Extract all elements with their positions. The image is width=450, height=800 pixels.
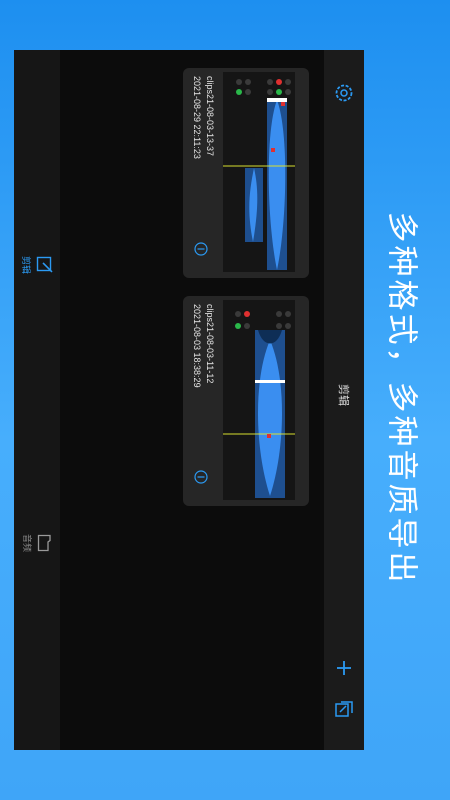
info-icon[interactable] [194,470,208,484]
clip-waveform [223,300,295,500]
settings-gear-icon [335,84,353,102]
clip-card[interactable]: clips21-08-03-11-12 2021-08-03 18:38:29 [183,296,309,506]
tab-edit[interactable]: 剪辑 [14,245,60,285]
clip-waveform [223,72,295,272]
tab-audio-label: 音频 [20,533,31,553]
add-button[interactable] [334,658,354,678]
app-screen: 剪辑 音频 clips21-08-03-13-37 2021-08-29 22:… [14,50,364,750]
promo-caption-area: 多种格式，多种音质导出 [380,211,430,585]
settings-button[interactable] [334,83,354,103]
edit-icon [36,256,53,273]
tab-audio[interactable]: 音频 [14,523,60,563]
promo-caption: 多种格式，多种音质导出 [383,211,420,585]
clip-date: 2021-08-03 18:38:29 [192,304,202,388]
clip-name: clips21-08-03-11-12 [205,304,215,384]
import-button[interactable] [334,700,354,720]
clip-meta: clips21-08-03-13-37 2021-08-29 22:11:23 [183,68,219,278]
clip-meta: clips21-08-03-11-12 2021-08-03 18:38:29 [183,296,219,506]
clip-card[interactable]: clips21-08-03-13-37 2021-08-29 22:11:23 [183,68,309,278]
top-toolbar: 剪辑 [324,50,364,750]
clip-date: 2021-08-29 22:11:23 [192,76,202,159]
add-icon [337,661,351,675]
page-title: 剪辑 [337,384,350,406]
tab-edit-label: 剪辑 [19,255,30,275]
tab-bar: 剪辑 音频 [14,50,60,750]
import-icon [335,701,353,717]
info-icon[interactable] [194,242,208,256]
clip-name: clips21-08-03-13-37 [205,76,215,157]
folder-icon [37,534,51,552]
